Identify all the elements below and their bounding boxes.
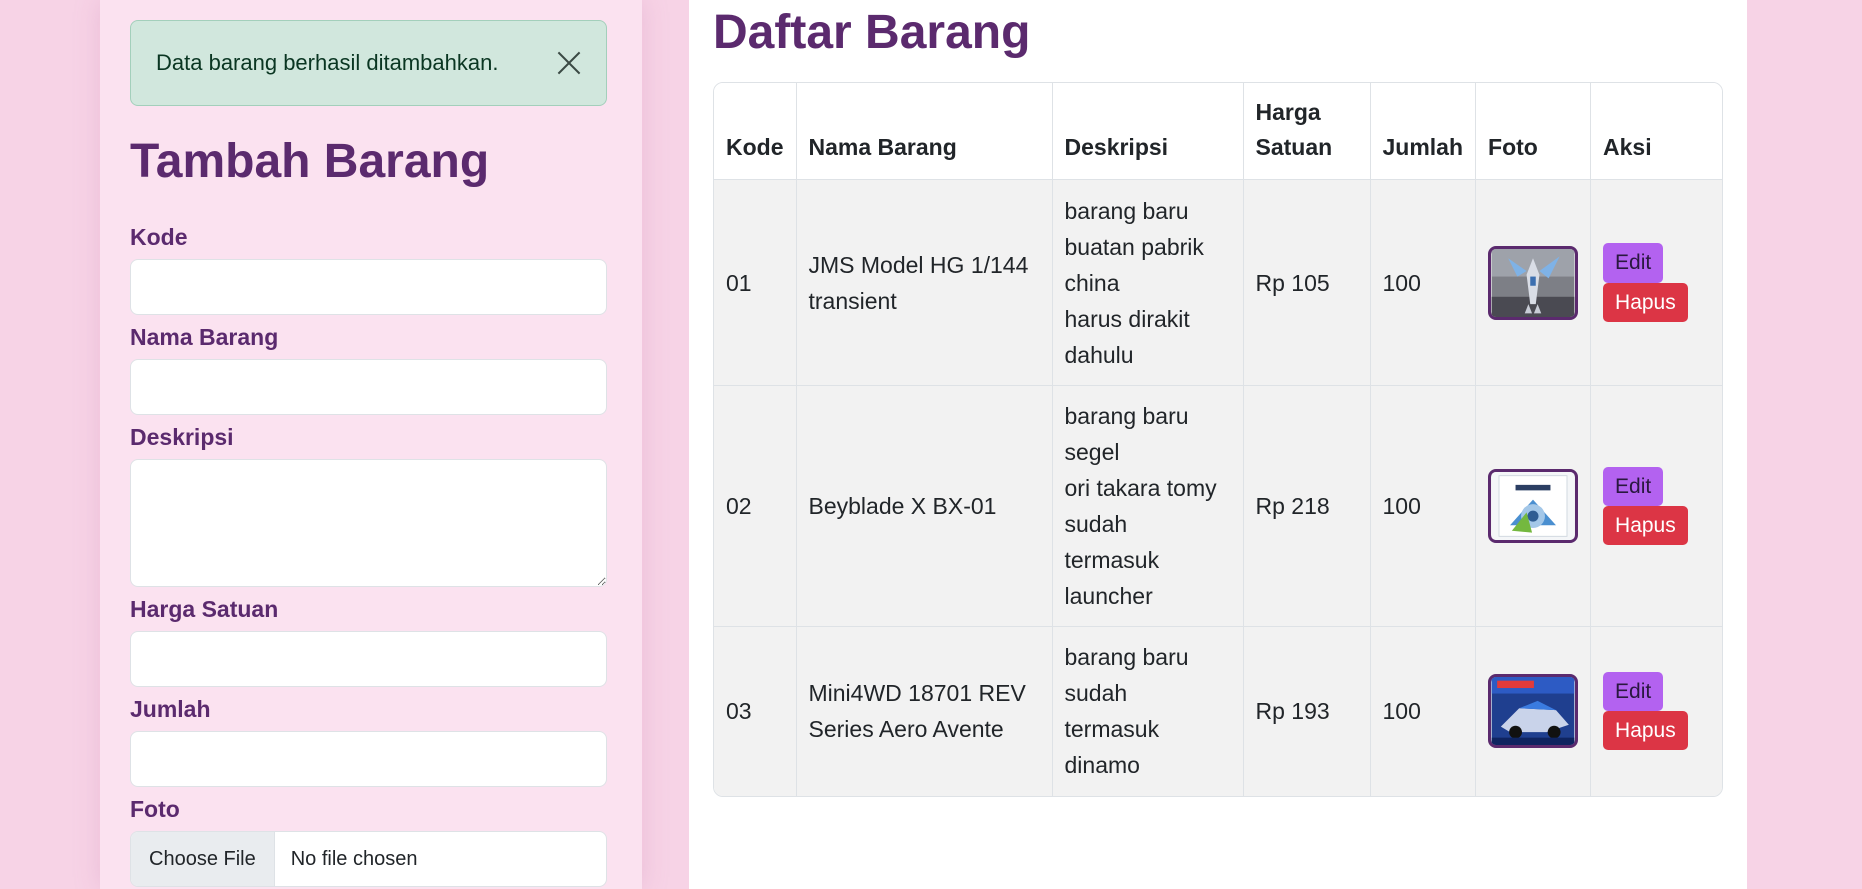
nama-line: transient bbox=[808, 287, 897, 314]
gundam-photo-image bbox=[1491, 248, 1575, 317]
list-title: Daftar Barang bbox=[713, 6, 1031, 59]
foto-file-input[interactable]: Choose File No file chosen bbox=[130, 831, 607, 887]
deskripsi-group: Deskripsi bbox=[130, 415, 642, 587]
jumlah-label: Jumlah bbox=[130, 696, 211, 722]
header-foto: Foto bbox=[1475, 83, 1592, 180]
cell-nama: Mini4WD 18701 REV Series Aero Avente bbox=[796, 626, 1053, 796]
kode-input[interactable] bbox=[130, 259, 607, 315]
harga-input[interactable] bbox=[130, 631, 607, 687]
cell-kode: 01 bbox=[714, 179, 797, 386]
cell-jumlah: 100 bbox=[1370, 179, 1477, 386]
hapus-button[interactable]: Hapus bbox=[1603, 506, 1688, 546]
cell-aksi: Edit Hapus bbox=[1590, 385, 1722, 627]
page: Data barang berhasil ditambahkan. Tambah… bbox=[0, 0, 1862, 889]
desc-line: termasuk bbox=[1064, 716, 1160, 743]
cell-deskripsi: barang baru segel ori takara tomy sudah … bbox=[1052, 385, 1244, 627]
table-header-row: Kode Nama Barang Deskripsi Harga Satuan … bbox=[714, 83, 1722, 180]
nama-line: Series Aero Avente bbox=[808, 716, 1004, 743]
form-panel: Data barang berhasil ditambahkan. Tambah… bbox=[100, 0, 642, 889]
cell-aksi: Edit Hapus bbox=[1590, 626, 1722, 796]
desc-line: launcher bbox=[1064, 583, 1153, 609]
header-harga: Harga Satuan bbox=[1243, 83, 1371, 180]
table-row: 03 Mini4WD 18701 REV Series Aero Avente … bbox=[714, 626, 1722, 796]
cell-nama: Beyblade X BX-01 bbox=[796, 385, 1053, 627]
foto-group: Foto Choose File No file chosen bbox=[130, 787, 642, 887]
mini4wd-photo-image bbox=[1491, 677, 1575, 746]
header-nama: Nama Barang bbox=[796, 83, 1053, 180]
jumlah-input[interactable] bbox=[130, 731, 607, 787]
harga-label: Harga Satuan bbox=[130, 596, 279, 622]
hapus-button[interactable]: Hapus bbox=[1603, 282, 1688, 322]
nama-label: Nama Barang bbox=[130, 324, 279, 350]
header-harga-line1: Harga bbox=[1255, 99, 1321, 125]
deskripsi-textarea[interactable] bbox=[130, 459, 607, 587]
desc-line: sudah bbox=[1064, 680, 1128, 707]
items-table-wrapper: Kode Nama Barang Deskripsi Harga Satuan … bbox=[713, 82, 1723, 797]
table-row: 02 Beyblade X BX-01 barang baru segel or… bbox=[714, 385, 1722, 627]
product-photo bbox=[1488, 469, 1579, 543]
desc-line: sudah bbox=[1064, 511, 1128, 537]
success-alert: Data barang berhasil ditambahkan. bbox=[130, 20, 607, 106]
edit-button[interactable]: Edit bbox=[1603, 672, 1664, 712]
edit-button[interactable]: Edit bbox=[1603, 466, 1664, 506]
nama-group: Nama Barang bbox=[130, 315, 642, 415]
edit-button[interactable]: Edit bbox=[1603, 243, 1664, 283]
desc-line: china bbox=[1064, 269, 1120, 296]
nama-input[interactable] bbox=[130, 359, 607, 415]
harga-group: Harga Satuan bbox=[130, 587, 642, 687]
list-panel: Daftar Barang Kode Nama Barang Deskripsi… bbox=[689, 0, 1747, 889]
kode-group: Kode bbox=[130, 215, 642, 315]
header-deskripsi: Deskripsi bbox=[1052, 83, 1244, 180]
desc-line: barang baru bbox=[1064, 403, 1189, 429]
nama-line: Mini4WD 18701 REV bbox=[808, 680, 1026, 707]
desc-line: dinamo bbox=[1064, 752, 1140, 779]
cell-harga: Rp 193 bbox=[1243, 626, 1371, 796]
items-table: Kode Nama Barang Deskripsi Harga Satuan … bbox=[714, 83, 1722, 796]
cell-foto bbox=[1475, 179, 1592, 386]
desc-line: barang baru bbox=[1064, 197, 1189, 224]
cell-deskripsi: barang baru sudah termasuk dinamo bbox=[1052, 626, 1244, 796]
cell-foto bbox=[1475, 626, 1592, 796]
form-title: Tambah Barang bbox=[130, 135, 490, 188]
table-row: 01 JMS Model HG 1/144 transient barang b… bbox=[714, 179, 1722, 386]
kode-label: Kode bbox=[130, 224, 188, 250]
header-jumlah: Jumlah bbox=[1370, 83, 1477, 180]
cell-kode: 02 bbox=[714, 385, 797, 627]
close-icon[interactable] bbox=[554, 48, 584, 78]
desc-line: dahulu bbox=[1064, 341, 1134, 368]
nama-line: Beyblade X BX-01 bbox=[808, 493, 997, 519]
nama-line: JMS Model HG 1/144 bbox=[808, 251, 1029, 278]
header-aksi: Aksi bbox=[1590, 83, 1722, 180]
choose-file-button[interactable]: Choose File bbox=[131, 832, 275, 886]
cell-jumlah: 100 bbox=[1370, 385, 1477, 627]
desc-line: harus dirakit bbox=[1064, 305, 1190, 332]
hapus-button[interactable]: Hapus bbox=[1603, 711, 1688, 751]
desc-line: termasuk bbox=[1064, 547, 1160, 573]
product-photo bbox=[1488, 674, 1579, 749]
beyblade-photo-image bbox=[1491, 472, 1575, 540]
header-harga-line2: Satuan bbox=[1255, 134, 1333, 160]
alert-message: Data barang berhasil ditambahkan. bbox=[156, 50, 499, 75]
product-photo bbox=[1488, 245, 1579, 320]
jumlah-group: Jumlah bbox=[130, 687, 642, 787]
cell-harga: Rp 105 bbox=[1243, 179, 1371, 386]
desc-line: segel bbox=[1064, 439, 1120, 465]
cell-kode: 03 bbox=[714, 626, 797, 796]
cell-jumlah: 100 bbox=[1370, 626, 1477, 796]
desc-line: barang baru bbox=[1064, 644, 1189, 671]
desc-line: buatan pabrik bbox=[1064, 233, 1204, 260]
foto-label: Foto bbox=[130, 796, 180, 822]
file-status: No file chosen bbox=[290, 848, 418, 870]
cell-foto bbox=[1475, 385, 1592, 627]
deskripsi-label: Deskripsi bbox=[130, 424, 234, 450]
cell-deskripsi: barang baru buatan pabrik china harus di… bbox=[1052, 179, 1244, 386]
cell-aksi: Edit Hapus bbox=[1590, 179, 1722, 386]
header-kode: Kode bbox=[714, 83, 797, 180]
desc-line: ori takara tomy bbox=[1064, 475, 1217, 501]
cell-harga: Rp 218 bbox=[1243, 385, 1371, 627]
cell-nama: JMS Model HG 1/144 transient bbox=[796, 179, 1053, 386]
